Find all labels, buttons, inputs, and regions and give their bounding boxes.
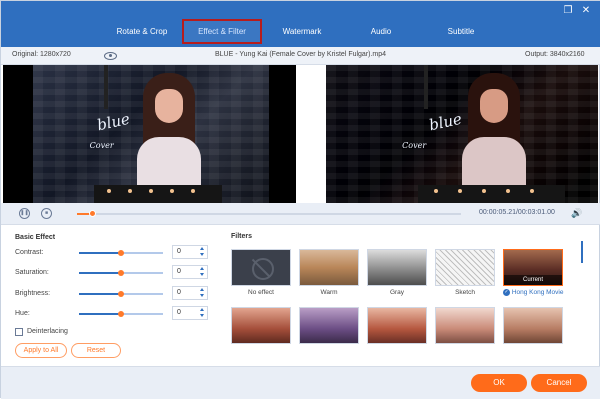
brightness-slider[interactable] [79, 291, 163, 297]
contrast-label: Contrast: [15, 249, 44, 256]
filters-title: Filters [231, 233, 253, 240]
hue-row: Hue: 0 [15, 306, 215, 322]
original-video-frame: blue Cover [33, 65, 269, 203]
basic-effect-title: Basic Effect [15, 234, 56, 241]
no-effect-icon [232, 250, 290, 285]
eye-icon[interactable] [104, 52, 117, 60]
filter-no-effect-label: No effect [248, 289, 274, 296]
top-tab-bar: Rotate & Crop Effect & Filter Watermark … [1, 1, 600, 47]
filter-sketch-label: Sketch [455, 289, 475, 296]
apply-to-all-button[interactable]: Apply to All [15, 343, 67, 358]
filter-thumb-7[interactable] [299, 307, 359, 344]
playback-bar: ❚❚ ■ 00:00:05.21/00:03:01.00 🔊 [1, 203, 600, 225]
selected-check-icon: ✓ [503, 289, 510, 296]
singer [136, 73, 201, 203]
pause-icon[interactable]: ❚❚ [19, 208, 30, 219]
effect-filter-window: Rotate & Crop Effect & Filter Watermark … [0, 0, 600, 399]
reset-button[interactable]: Reset [71, 343, 121, 358]
output-preview: blue Cover [326, 65, 598, 203]
contrast-handle[interactable] [118, 250, 124, 256]
deinterlacing-label: Deinterlacing [27, 328, 68, 335]
footer-bar: OK Cancel [1, 366, 600, 399]
original-preview: blue Cover [3, 65, 296, 203]
brightness-row: Brightness: 0 [15, 286, 215, 302]
hue-slider[interactable] [79, 311, 163, 317]
output-resolution: Output: 3840x2160 [525, 51, 585, 58]
close-icon[interactable]: ✕ [580, 5, 592, 17]
volume-icon[interactable]: 🔊 [571, 208, 582, 219]
seek-handle[interactable] [89, 210, 97, 217]
microphone [103, 65, 108, 109]
filters-panel: Filters No effect Warm Gray Sketch Curre… [223, 225, 600, 366]
brightness-stepper[interactable] [199, 288, 205, 298]
hue-handle[interactable] [118, 311, 124, 317]
filter-gray-label: Gray [389, 289, 405, 296]
basic-effect-panel: Basic Effect Contrast: 0 Saturation: 0 B… [1, 225, 223, 366]
hue-label: Hue: [15, 310, 30, 317]
saturation-label: Saturation: [15, 269, 49, 276]
watermark-cover-text: Cover [89, 141, 114, 150]
filter-warm-label: Warm [320, 289, 338, 296]
info-bar: Original: 1280x720 BLUE - Yung Kai (Fema… [1, 47, 600, 65]
tab-rotate-crop[interactable]: Rotate & Crop [106, 21, 178, 43]
contrast-row: Contrast: 0 [15, 245, 215, 261]
filter-thumb-6[interactable] [231, 307, 291, 344]
saturation-stepper[interactable] [199, 267, 205, 277]
cancel-button[interactable]: Cancel [531, 374, 587, 392]
filter-no-effect[interactable] [231, 249, 291, 286]
seek-bar[interactable] [77, 210, 461, 217]
watermark-cover-text-output: Cover [402, 141, 427, 150]
contrast-slider[interactable] [79, 250, 163, 256]
filter-warm[interactable] [299, 249, 359, 286]
filter-thumb-9[interactable] [435, 307, 495, 344]
filter-hong-kong-movie[interactable]: Current [503, 249, 563, 286]
original-resolution: Original: 1280x720 [12, 51, 71, 58]
saturation-slider[interactable] [79, 270, 163, 276]
filter-thumb-10[interactable] [503, 307, 563, 344]
stop-icon[interactable]: ■ [41, 208, 52, 219]
tab-subtitle[interactable]: Subtitle [439, 21, 483, 43]
tab-audio[interactable]: Audio [361, 21, 401, 43]
tab-watermark[interactable]: Watermark [273, 21, 331, 43]
output-video-frame: blue Cover [326, 65, 598, 203]
playback-time: 00:00:05.21/00:03:01.00 [479, 209, 555, 216]
filter-gray[interactable] [367, 249, 427, 286]
contrast-input[interactable]: 0 [172, 245, 208, 259]
filter-hong-kong-movie-label: ✓ Hong Kong Movie [503, 289, 564, 297]
current-badge: Current [504, 275, 562, 285]
contrast-stepper[interactable] [199, 247, 205, 257]
filter-thumb-8[interactable] [367, 307, 427, 344]
brightness-label: Brightness: [15, 290, 51, 297]
restore-icon[interactable]: ❐ [562, 5, 574, 17]
saturation-row: Saturation: 0 [15, 265, 215, 281]
saturation-handle[interactable] [118, 270, 124, 276]
filters-scrollbar[interactable] [581, 241, 583, 263]
brightness-input[interactable]: 0 [172, 286, 208, 300]
deinterlacing-checkbox[interactable] [15, 328, 23, 336]
file-title: BLUE - Yung Kai (Female Cover by Kristel… [215, 51, 387, 58]
hue-input[interactable]: 0 [172, 306, 208, 320]
brightness-handle[interactable] [118, 291, 124, 297]
ok-button[interactable]: OK [471, 374, 527, 392]
saturation-input[interactable]: 0 [172, 265, 208, 279]
tab-effect-filter[interactable]: Effect & Filter [182, 19, 262, 44]
hue-stepper[interactable] [199, 308, 205, 318]
filter-sketch[interactable] [435, 249, 495, 286]
